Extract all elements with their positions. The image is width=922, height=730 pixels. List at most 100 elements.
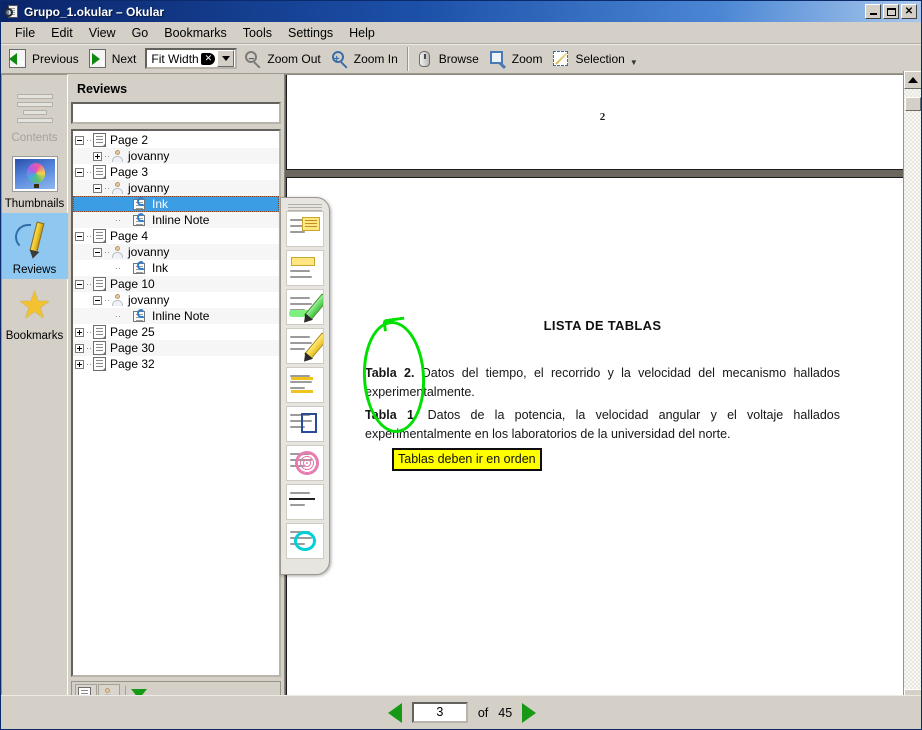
chevron-down-icon[interactable]: ▼ <box>630 58 638 67</box>
expand-icon[interactable] <box>93 151 102 161</box>
clear-icon[interactable]: ✕ <box>201 52 216 65</box>
stamp-tool[interactable] <box>286 445 324 481</box>
sidebar-item-reviews[interactable]: Reviews <box>1 213 68 279</box>
sidebar-item-bookmarks[interactable]: ★ Bookmarks <box>2 279 68 345</box>
tree-connector: ·· <box>104 247 110 257</box>
menu-help[interactable]: Help <box>341 24 383 42</box>
document-view[interactable]: 2 LISTA DE TABLAS Tabla 2. Datos del tie… <box>284 74 921 710</box>
tree-row[interactable]: ·· Page 10 <box>73 276 279 292</box>
reviews-search-box[interactable] <box>71 102 281 124</box>
inline-note-annotation[interactable]: Tablas deben ir en orden <box>392 448 542 471</box>
window-title: Grupo_1.okular – Okular <box>24 4 165 19</box>
tree-row[interactable]: ·· Ink <box>73 260 279 276</box>
underline-tool[interactable] <box>286 367 324 403</box>
collapse-icon[interactable] <box>75 135 84 145</box>
tree-row[interactable]: ·· Page 32 <box>73 356 279 372</box>
ellipse-tool[interactable] <box>286 523 324 559</box>
tree-row[interactable]: ·· jovanny <box>73 148 279 164</box>
menu-bar: File Edit View Go Bookmarks Tools Settin… <box>1 22 921 44</box>
menu-go[interactable]: Go <box>124 24 157 42</box>
thumbnail-balloon-icon <box>2 152 68 196</box>
current-page-input[interactable]: 3 <box>411 702 468 723</box>
zoom-tool-icon <box>488 49 508 69</box>
tree-item-label: Page 32 <box>110 357 155 371</box>
tree-item-label: Page 10 <box>110 277 155 291</box>
zoom-in-label: Zoom In <box>353 51 398 66</box>
collapse-icon[interactable] <box>75 231 84 241</box>
star-icon: ★ <box>17 285 52 327</box>
sidebar-label-reviews: Reviews <box>12 264 57 276</box>
strikeout-tool[interactable] <box>286 484 324 520</box>
strikeout-icon <box>289 498 315 500</box>
tree-row[interactable]: ·· Page 4 <box>73 228 279 244</box>
search-input[interactable] <box>73 104 279 122</box>
collapse-icon[interactable] <box>93 183 102 193</box>
zoom-out-button[interactable]: − Zoom Out <box>240 46 326 72</box>
document-page-2: 2 <box>286 75 919 170</box>
menu-file[interactable]: File <box>7 24 43 42</box>
previous-page-button[interactable]: Previous <box>5 46 85 72</box>
tree-row[interactable]: ·· Page 2 <box>73 132 279 148</box>
tree-connector: ·· <box>104 151 110 161</box>
zoom-level-combobox[interactable]: Fit Width ✕ <box>145 48 238 69</box>
menu-bookmarks[interactable]: Bookmarks <box>156 24 235 42</box>
tree-row[interactable]: ·· jovanny <box>73 244 279 260</box>
sidebar-item-thumbnails[interactable]: Thumbnails <box>2 147 68 213</box>
paragraph-2-text: Datos de la potencia, la velocidad angul… <box>365 408 840 442</box>
browse-tool-button[interactable]: Browse <box>412 46 485 72</box>
previous-page-arrow[interactable] <box>387 702 402 723</box>
title-bar: Grupo_1.okular – Okular ✕ <box>1 1 921 22</box>
scrollbar-thumb[interactable] <box>905 97 921 111</box>
tree-row[interactable]: ·· jovanny <box>73 292 279 308</box>
expand-icon[interactable] <box>75 359 84 369</box>
next-page-button[interactable]: Next <box>85 46 143 72</box>
menu-settings[interactable]: Settings <box>280 24 341 42</box>
maximize-button[interactable] <box>883 4 899 19</box>
tree-item-label: jovanny <box>128 245 170 259</box>
tree-item-label: jovanny <box>128 149 170 163</box>
close-button[interactable]: ✕ <box>901 4 917 19</box>
menu-view[interactable]: View <box>81 24 124 42</box>
tree-row[interactable]: ·· jovanny <box>73 180 279 196</box>
popup-note-tool[interactable] <box>286 211 324 247</box>
vertical-scrollbar[interactable] <box>903 71 921 707</box>
tree-row[interactable]: ·· Page 3 <box>73 164 279 180</box>
menu-edit[interactable]: Edit <box>43 24 81 42</box>
paragraph-1-text: Datos del tiempo, el recorrido y la velo… <box>365 366 841 400</box>
toolbar-grip[interactable] <box>288 202 322 211</box>
collapse-icon[interactable] <box>93 247 102 257</box>
zoom-tool-button[interactable]: Zoom <box>485 46 549 72</box>
author-icon <box>111 149 124 163</box>
tree-item-label: Inline Note <box>152 309 210 323</box>
tree-item-label: Page 4 <box>110 229 149 243</box>
tree-connector: ·· <box>115 199 121 209</box>
zoom-in-button[interactable]: + Zoom In <box>327 46 404 72</box>
tree-row[interactable]: ·· Inline Note <box>73 212 279 228</box>
collapse-icon[interactable] <box>75 167 84 177</box>
collapse-icon[interactable] <box>75 279 84 289</box>
collapse-icon[interactable] <box>93 295 102 305</box>
chevron-down-icon[interactable] <box>217 50 235 67</box>
tree-row-selected[interactable]: ·· Ink <box>73 196 279 212</box>
page-icon <box>93 133 106 147</box>
selection-tool-button[interactable]: Selection ▼ <box>548 46 643 72</box>
tree-row[interactable]: ·· Inline Note <box>73 308 279 324</box>
yellow-highlighter-tool[interactable] <box>286 328 324 364</box>
sidebar-item-contents[interactable]: Contents <box>2 81 68 147</box>
rectangle-tool[interactable] <box>286 406 324 442</box>
tree-row[interactable]: ·· Page 30 <box>73 340 279 356</box>
green-highlighter-tool[interactable] <box>286 289 324 325</box>
expand-icon[interactable] <box>75 343 84 353</box>
next-page-arrow[interactable] <box>522 702 537 723</box>
tree-row[interactable]: ·· Page 25 <box>73 324 279 340</box>
tree-item-label: Page 2 <box>110 133 149 147</box>
menu-tools[interactable]: Tools <box>235 24 280 42</box>
reviews-tree[interactable]: ·· Page 2 ·· jovanny ·· Page 3 ·· jovanny ·· Ink ·… <box>71 129 281 677</box>
tree-item-label: Ink <box>152 261 169 275</box>
minimize-button[interactable] <box>865 4 881 19</box>
tree-connector: ·· <box>86 327 92 337</box>
scroll-up-button[interactable] <box>904 71 921 89</box>
document-paragraph-1: Tabla 2. Datos del tiempo, el recorrido … <box>365 364 840 403</box>
expand-icon[interactable] <box>75 327 84 337</box>
inline-note-tool[interactable] <box>286 250 324 286</box>
